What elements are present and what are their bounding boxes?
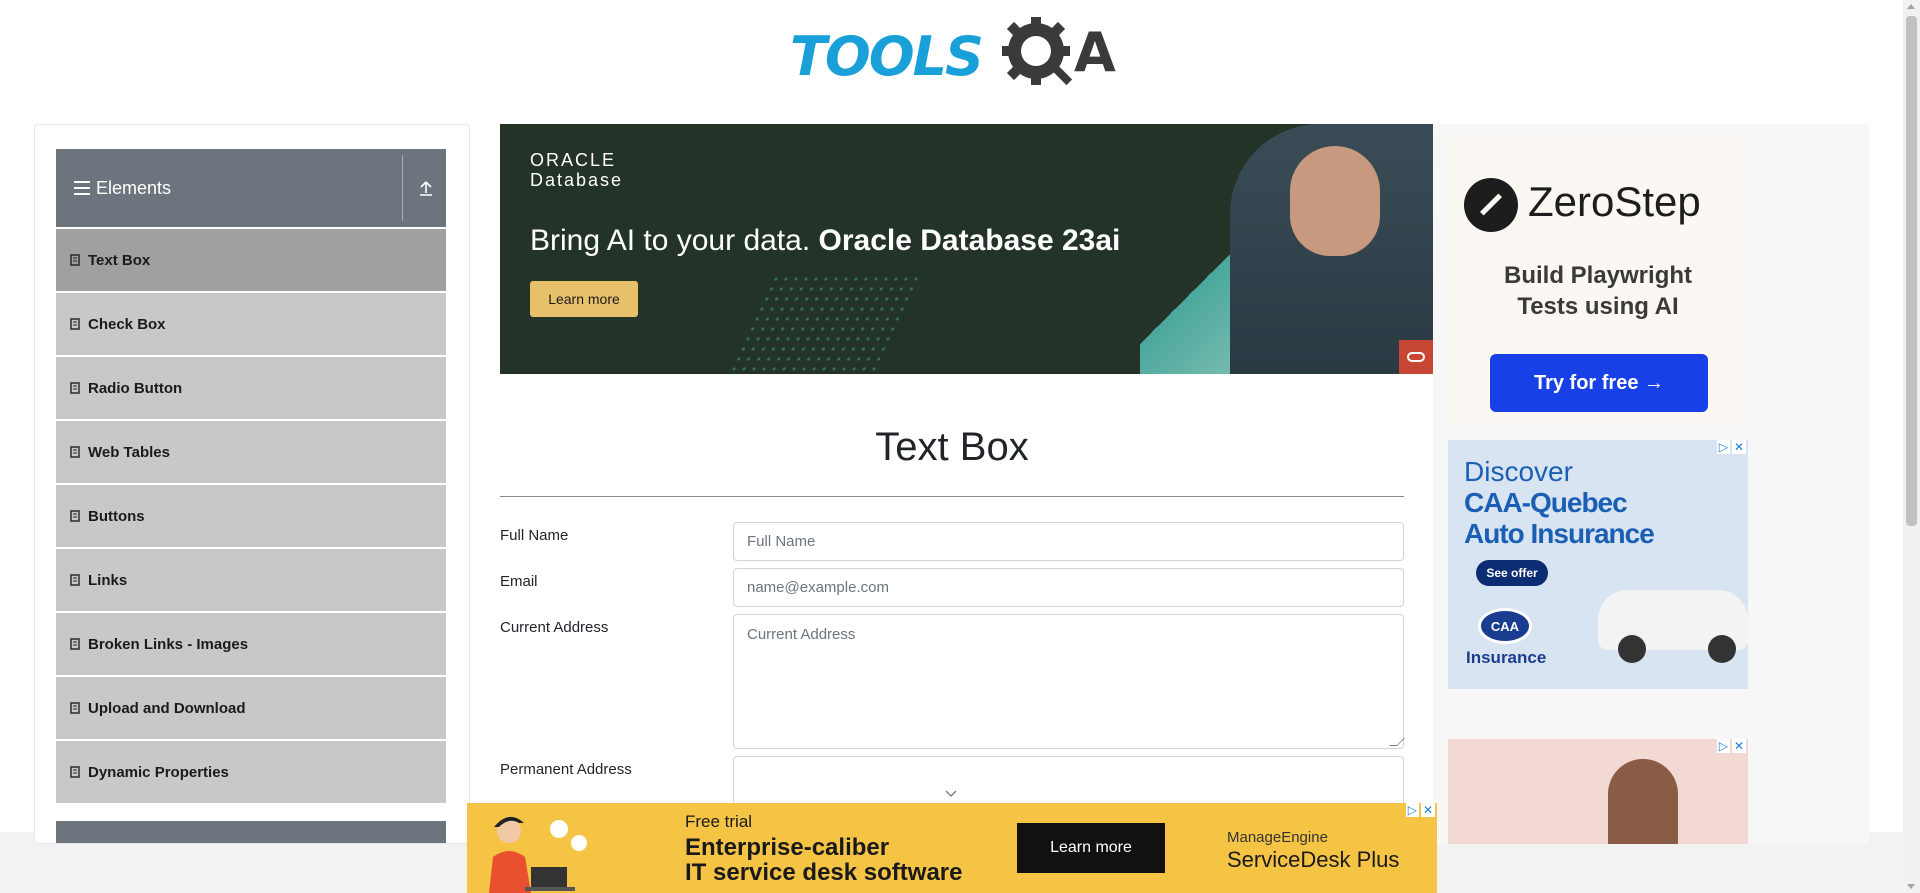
logo-text: TOOLS bbox=[790, 25, 984, 88]
sidebar-item-check-box[interactable]: Check Box bbox=[56, 293, 446, 355]
zerostep-logo-icon bbox=[1464, 178, 1518, 232]
scrollbar-thumb[interactable] bbox=[1906, 16, 1917, 526]
full-name-label: Full Name bbox=[500, 527, 569, 544]
current-address-textarea[interactable]: Current Address bbox=[733, 614, 1405, 749]
group-title: Elements bbox=[96, 177, 172, 198]
ad-zerostep[interactable]: ZeroStep Build Playwright Tests using AI… bbox=[1448, 138, 1748, 423]
ad-headline-plain: Bring AI to your data. bbox=[530, 224, 819, 257]
adchoices-icon[interactable]: ▷ bbox=[1405, 803, 1419, 817]
ad-banner-oracle[interactable]: ORACLE Database Bring AI to your data. O… bbox=[500, 124, 1433, 374]
try-for-free-button[interactable]: Try for free → bbox=[1490, 354, 1708, 412]
document-icon bbox=[70, 446, 80, 458]
sidebar-item-web-tables[interactable]: Web Tables bbox=[56, 421, 446, 483]
email-label: Email bbox=[500, 573, 538, 590]
ad-brand-sub: Database bbox=[530, 170, 624, 190]
zerostep-subtitle-1: Build Playwright bbox=[1503, 262, 1692, 289]
ad-photo-face bbox=[1290, 146, 1380, 256]
bottom-ad-line-2: IT service desk software bbox=[685, 859, 963, 886]
close-icon[interactable]: ✕ bbox=[1731, 440, 1746, 454]
sidebar-item-upload-download[interactable]: Upload and Download bbox=[56, 677, 446, 739]
car-wheel bbox=[1708, 635, 1736, 663]
sidebar-item-label: Text Box bbox=[88, 251, 151, 269]
full-name-input[interactable]: Full Name bbox=[733, 522, 1404, 561]
current-address-label: Current Address bbox=[500, 619, 609, 636]
permanent-address-textarea[interactable] bbox=[733, 756, 1404, 806]
sidebar-menu: Text Box Check Box Radio Button Web Tabl… bbox=[56, 229, 446, 805]
zerostep-name: ZeroStep bbox=[1528, 178, 1701, 225]
ad-brand: ORACLE bbox=[530, 150, 617, 170]
document-icon bbox=[70, 318, 80, 330]
caa-line-3: Auto Insurance bbox=[1464, 518, 1655, 549]
title-divider bbox=[500, 496, 1404, 497]
close-icon[interactable]: ✕ bbox=[1731, 739, 1746, 753]
bottom-ad-learn-more-button[interactable]: Learn more bbox=[1017, 823, 1165, 873]
ad-learn-more-button[interactable]: Learn more bbox=[530, 281, 638, 317]
document-icon bbox=[70, 638, 80, 650]
sidebar-item-label: Dynamic Properties bbox=[88, 763, 229, 781]
current-address-placeholder: Current Address bbox=[747, 626, 856, 643]
header-divider bbox=[402, 155, 403, 221]
caa-logo: CAA bbox=[1478, 608, 1532, 644]
ad-bottom-servicedesk[interactable]: Free trial Enterprise-caliber IT service… bbox=[467, 803, 1437, 893]
sidebar-item-broken-links[interactable]: Broken Links - Images bbox=[56, 613, 446, 675]
email-input[interactable]: name@example.com bbox=[733, 568, 1404, 607]
sidebar-item-label: Broken Links - Images bbox=[88, 635, 249, 653]
see-offer-button[interactable]: See offer bbox=[1476, 560, 1548, 586]
zerostep-subtitle: Build Playwright Tests using AI bbox=[1448, 260, 1748, 322]
bottom-ad-small: Free trial bbox=[685, 812, 753, 831]
document-icon bbox=[70, 702, 80, 714]
caa-logo-sub: Insurance bbox=[1466, 648, 1547, 667]
caa-line-2: CAA-Quebec bbox=[1464, 487, 1628, 518]
ad-caa-quebec[interactable]: Discover CAA-Quebec Auto Insurance See o… bbox=[1448, 440, 1748, 689]
ad-headline: Bring AI to your data. Oracle Database 2… bbox=[530, 224, 1120, 258]
sidebar-item-label: Links bbox=[88, 571, 128, 589]
gear-icon: A bbox=[1002, 17, 1116, 86]
car-wheel bbox=[1618, 635, 1646, 663]
toolsqa-logo[interactable]: TOOLS A bbox=[790, 15, 1120, 91]
ad-third[interactable]: ▷ ✕ bbox=[1448, 739, 1748, 844]
sidebar-item-label: Radio Button bbox=[88, 379, 183, 397]
zerostep-subtitle-2: Tests using AI bbox=[1517, 293, 1679, 320]
document-icon bbox=[70, 510, 80, 522]
page: TOOLS A Elements Text Box Check Box Radi… bbox=[0, 0, 1920, 893]
resize-handle-icon[interactable] bbox=[1389, 738, 1405, 746]
scroll-up-icon[interactable] bbox=[1907, 4, 1915, 9]
document-icon bbox=[70, 766, 80, 778]
sidebar-item-radio-button[interactable]: Radio Button bbox=[56, 357, 446, 419]
sidebar-item-label: Buttons bbox=[88, 507, 145, 525]
sidebar-item-dynamic-properties[interactable]: Dynamic Properties bbox=[56, 741, 446, 803]
illustration-person-laptop bbox=[489, 816, 587, 893]
dot-pattern bbox=[726, 274, 924, 374]
oracle-badge-icon bbox=[1399, 340, 1433, 374]
logo-suffix: A bbox=[1074, 21, 1116, 84]
group-header-elements[interactable]: Elements bbox=[56, 149, 446, 227]
menu-icon bbox=[74, 181, 90, 195]
adchoices-icon[interactable]: ▷ bbox=[1716, 440, 1730, 454]
document-icon bbox=[70, 254, 80, 266]
close-icon[interactable]: ✕ bbox=[1420, 803, 1435, 817]
sidebar-item-label: Upload and Download bbox=[88, 699, 246, 717]
servicedesk-brand: ServiceDesk Plus bbox=[1227, 847, 1400, 872]
manageengine-brand: ManageEngine bbox=[1227, 829, 1328, 846]
vertical-scrollbar[interactable] bbox=[1903, 0, 1920, 893]
sidebar-item-label: Check Box bbox=[88, 315, 166, 333]
collapse-up-icon[interactable] bbox=[418, 179, 434, 197]
sidebar: Elements Text Box Check Box Radio Button… bbox=[34, 124, 470, 844]
chevron-down-icon bbox=[945, 790, 957, 797]
permanent-address-label: Permanent Address bbox=[500, 761, 632, 778]
ad-photo bbox=[1608, 759, 1678, 844]
sidebar-item-buttons[interactable]: Buttons bbox=[56, 485, 446, 547]
group-header-next[interactable] bbox=[56, 821, 446, 843]
page-title: Text Box bbox=[875, 425, 1029, 469]
ad-headline-bold: Oracle Database 23ai bbox=[818, 224, 1121, 257]
sidebar-item-label: Web Tables bbox=[88, 443, 170, 461]
scroll-down-icon[interactable] bbox=[1907, 884, 1915, 889]
document-icon bbox=[70, 574, 80, 586]
sidebar-item-text-box[interactable]: Text Box bbox=[56, 229, 446, 291]
sidebar-item-links[interactable]: Links bbox=[56, 549, 446, 611]
bottom-ad-line-1: Enterprise-caliber bbox=[685, 834, 890, 861]
document-icon bbox=[70, 382, 80, 394]
caa-line-1: Discover bbox=[1464, 456, 1573, 487]
adchoices-icon[interactable]: ▷ bbox=[1716, 739, 1730, 753]
